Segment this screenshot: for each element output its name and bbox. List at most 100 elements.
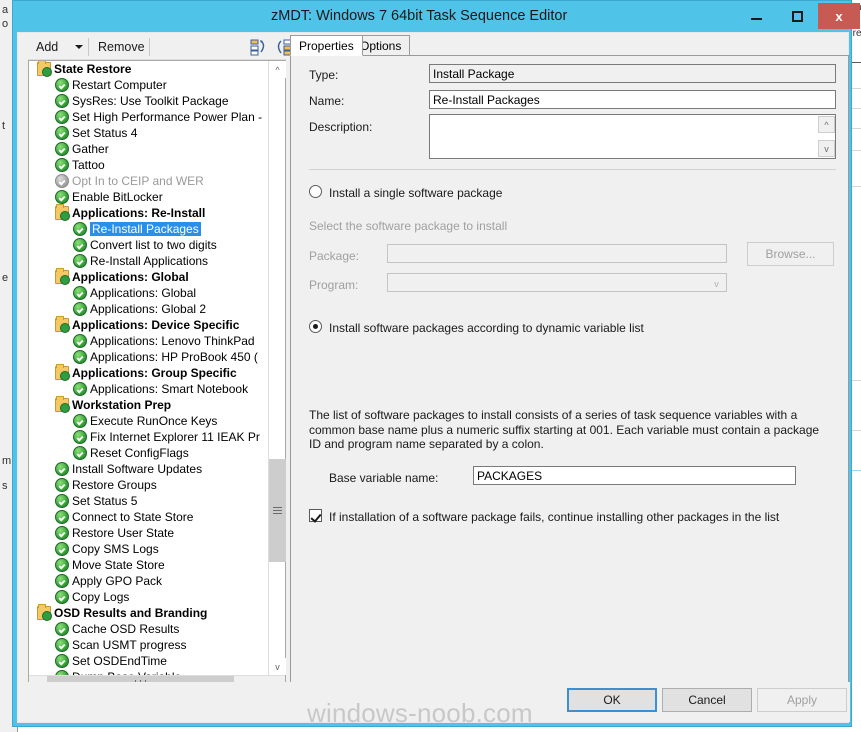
tree-row[interactable]: OSD Results and Branding — [29, 604, 268, 621]
task-sequence-tree[interactable]: State Restore Restart Computer SysRes: Use… — [28, 60, 286, 693]
tree-toolbar: Add Remove — [28, 34, 297, 60]
check-icon — [73, 414, 87, 428]
tree-row-label: Opt In to CEIP and WER — [72, 174, 204, 188]
toolbar-divider — [88, 38, 89, 56]
tree-vertical-scrollbar[interactable]: ^ v — [268, 61, 286, 675]
tab-properties[interactable]: Properties — [290, 35, 363, 56]
name-label: Name: — [309, 94, 345, 108]
tree-row[interactable]: Opt In to CEIP and WER — [29, 173, 268, 189]
radio-install-single-package[interactable] — [309, 185, 322, 198]
tree-row[interactable]: Apply GPO Pack — [29, 573, 268, 589]
close-button[interactable]: x — [818, 3, 860, 29]
collapse-all-icon[interactable] — [250, 38, 270, 56]
tree-row[interactable]: Cache OSD Results — [29, 621, 268, 637]
check-icon — [55, 158, 69, 172]
tree-row-label: Applications: Global 2 — [90, 302, 207, 316]
radio-install-dynamic-list[interactable] — [309, 320, 322, 333]
apply-button: Apply — [757, 688, 847, 712]
tree-row[interactable]: Install Software Updates — [29, 461, 268, 477]
tree-row[interactable]: Applications: HP ProBook 450 ( — [29, 349, 268, 365]
tree-row[interactable]: Applications: Global — [29, 285, 268, 301]
type-label: Type: — [309, 68, 339, 82]
tree-row[interactable]: State Restore — [29, 61, 268, 77]
tree-row-label: Copy Logs — [72, 590, 130, 604]
base-variable-input[interactable]: PACKAGES — [473, 466, 796, 485]
tree-row-label: Re-Install Applications — [90, 254, 209, 268]
tree-row[interactable]: Convert list to two digits — [29, 237, 268, 253]
description-scroll-down-icon[interactable]: v — [818, 140, 835, 157]
tree-row[interactable]: Applications: Lenovo ThinkPad — [29, 333, 268, 349]
description-label: Description: — [309, 120, 373, 134]
properties-tab-panel: Type: Install Package Name: Re-Install P… — [290, 55, 849, 689]
tree-row[interactable]: Applications: Group Specific — [29, 364, 268, 381]
continue-on-failure-label[interactable]: If installation of a software package fa… — [329, 510, 779, 524]
radio-install-single-package-label[interactable]: Install a single software package — [329, 186, 502, 200]
scroll-up-icon[interactable]: ^ — [269, 61, 286, 78]
tree-row[interactable]: Applications: Device Specific — [29, 316, 268, 333]
ok-button[interactable]: OK — [567, 688, 657, 712]
tree-row[interactable]: Fix Internet Explorer 11 IEAK Pr — [29, 429, 268, 445]
check-icon — [55, 142, 69, 156]
tree-row[interactable]: Enable BitLocker — [29, 189, 268, 205]
scroll-down-icon[interactable]: v — [269, 658, 286, 675]
tree-row[interactable]: Workstation Prep — [29, 396, 268, 413]
minimize-button[interactable] — [736, 3, 777, 29]
tree-row[interactable]: Execute RunOnce Keys — [29, 413, 268, 429]
tree-row[interactable]: Restore User State — [29, 525, 268, 541]
cancel-button[interactable]: Cancel — [662, 688, 752, 712]
tree-row-label: Reset ConfigFlags — [90, 446, 189, 460]
tree-row[interactable]: Gather — [29, 141, 268, 157]
tree-row[interactable]: Set OSDEndTime — [29, 653, 268, 669]
tree-row[interactable]: Set Status 4 — [29, 125, 268, 141]
tree-row[interactable]: Copy SMS Logs — [29, 541, 268, 557]
package-input — [387, 244, 727, 263]
tree-row[interactable]: Tattoo — [29, 157, 268, 173]
tree-row[interactable]: Set Status 5 — [29, 493, 268, 509]
tree-row[interactable]: Reset ConfigFlags — [29, 445, 268, 461]
tree-row[interactable]: Re-Install Packages — [29, 221, 268, 237]
tree-row[interactable]: SysRes: Use Toolkit Package — [29, 93, 268, 109]
folder-icon — [55, 396, 70, 413]
description-input[interactable] — [429, 114, 836, 159]
tree-row[interactable]: Applications: Smart Notebook — [29, 381, 268, 397]
tree-row[interactable]: Connect to State Store — [29, 509, 268, 525]
check-icon — [73, 334, 87, 348]
description-scroll-up-icon[interactable]: ^ — [818, 116, 835, 133]
select-package-hint: Select the software package to install — [309, 219, 508, 233]
tree-row[interactable]: Scan USMT progress — [29, 637, 268, 653]
tree-row[interactable]: Restart Computer — [29, 77, 268, 93]
tree-row-label: Set Status 5 — [72, 494, 138, 508]
folder-icon — [37, 604, 52, 621]
tree-row-list: State Restore Restart Computer SysRes: Use… — [29, 61, 268, 675]
add-button[interactable]: Add — [32, 37, 62, 57]
name-input[interactable]: Re-Install Packages — [429, 90, 836, 109]
check-icon — [73, 254, 87, 268]
bg-text-fragment: e — [2, 272, 9, 284]
tree-row[interactable]: Applications: Global 2 — [29, 301, 268, 317]
maximize-button[interactable] — [777, 3, 818, 29]
tree-row[interactable]: Copy Logs — [29, 589, 268, 605]
tree-row[interactable]: Re-Install Applications — [29, 253, 268, 269]
tree-row-label: Connect to State Store — [72, 510, 194, 524]
base-variable-label: Base variable name: — [329, 471, 439, 485]
dialog-client-area: Add Remove State Restore Restart Compute… — [17, 32, 850, 723]
maximize-icon — [792, 10, 803, 22]
chevron-down-icon[interactable] — [75, 45, 83, 49]
radio-install-dynamic-list-label[interactable]: Install software packages according to d… — [329, 321, 644, 335]
tree-row-label: State Restore — [54, 62, 132, 76]
tree-row[interactable]: Move State Store — [29, 557, 268, 573]
tree-row-label: Applications: Device Specific — [72, 318, 240, 332]
bg-text-fragment: m — [2, 455, 12, 467]
continue-on-failure-checkbox[interactable] — [309, 509, 322, 522]
tree-row[interactable]: Applications: Global — [29, 268, 268, 285]
dialog-titlebar[interactable]: zMDT: Windows 7 64bit Task Sequence Edit… — [13, 1, 860, 32]
tree-row[interactable]: Applications: Re-Install — [29, 204, 268, 221]
bg-text-fragment: t — [2, 120, 6, 132]
tree-row-label: Applications: Group Specific — [72, 366, 237, 380]
vertical-scrollbar-thumb[interactable] — [269, 459, 286, 562]
tree-row[interactable]: Restore Groups — [29, 477, 268, 493]
remove-button[interactable]: Remove — [94, 37, 149, 57]
dialog-title: zMDT: Windows 7 64bit Task Sequence Edit… — [271, 8, 568, 24]
tree-row-label: Scan USMT progress — [72, 638, 187, 652]
tree-row[interactable]: Set High Performance Power Plan - — [29, 109, 268, 125]
